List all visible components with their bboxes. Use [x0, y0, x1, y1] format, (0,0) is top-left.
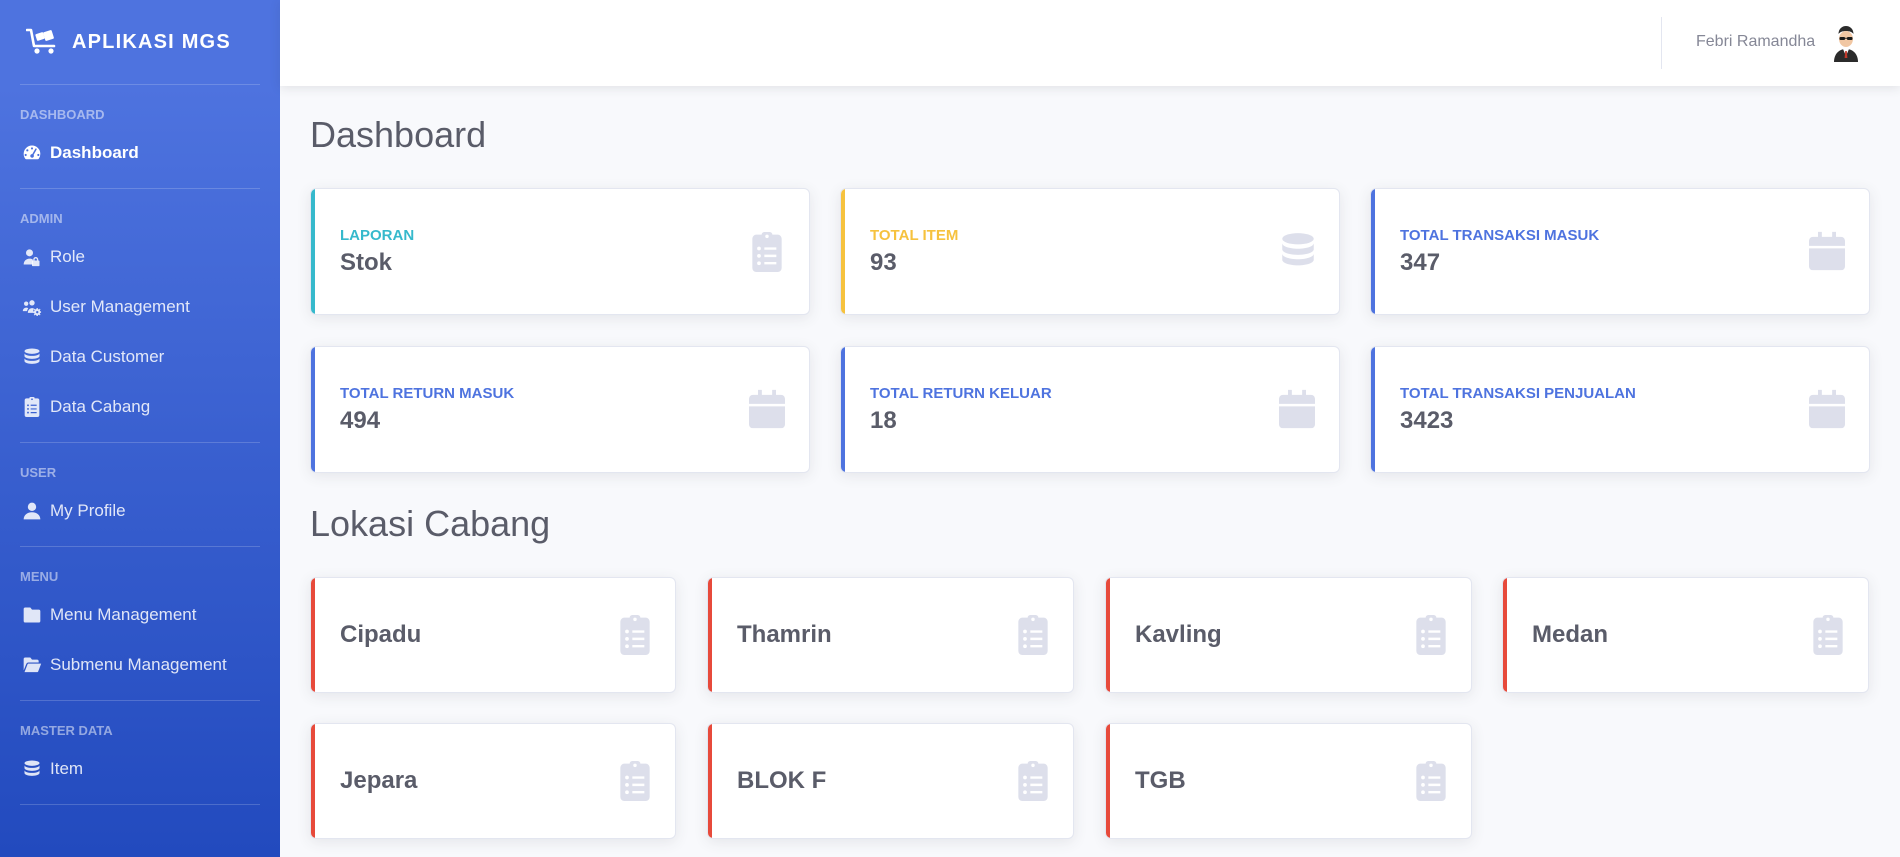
clipboard-list-icon: [1017, 614, 1049, 656]
sidebar-item-dashboard[interactable]: Dashboard: [0, 128, 280, 178]
stat-value: 494: [340, 407, 381, 434]
folder-icon: [20, 605, 44, 625]
stat-card-laporan[interactable]: LAPORAN Stok: [310, 188, 810, 315]
clipboard-list-icon: [20, 397, 44, 417]
sidebar-item-label: Item: [50, 759, 84, 778]
sidebar-item-label: Data Customer: [50, 347, 165, 366]
branch-card-blok-f[interactable]: BLOK F: [707, 723, 1074, 839]
stat-value: 93: [870, 249, 897, 276]
sidebar-item-label: User Management: [50, 297, 190, 316]
tachometer-icon: [20, 143, 44, 163]
sidebar-item-label: Dashboard: [50, 143, 139, 162]
stat-card-total-return-keluar[interactable]: TOTAL RETURN KELUAR 18: [840, 346, 1340, 473]
stat-label: TOTAL TRANSAKSI PENJUALAN: [1400, 385, 1636, 402]
users-cog-icon: [20, 297, 44, 317]
cart-flatbed-icon: [26, 28, 58, 56]
clipboard-list-icon: [1415, 614, 1447, 656]
sidebar-item-label: Menu Management: [50, 605, 197, 624]
sidebar-item-label: Submenu Management: [50, 655, 227, 674]
sidebar-item-menu-management[interactable]: Menu Management: [0, 590, 280, 640]
stat-value: 3423: [1400, 407, 1454, 434]
user-lock-icon: [20, 247, 44, 267]
sidebar-item-data-cabang[interactable]: Data Cabang: [0, 382, 280, 432]
sidebar: APLIKASI MGS DASHBOARD Dashboard ADMIN R…: [0, 0, 280, 857]
branch-card-thamrin[interactable]: Thamrin: [707, 577, 1074, 693]
stat-label: TOTAL RETURN MASUK: [340, 385, 515, 402]
sidebar-item-role[interactable]: Role: [0, 232, 280, 282]
branch-name: TGB: [1135, 767, 1186, 794]
stat-label: TOTAL RETURN KELUAR: [870, 385, 1052, 402]
sidebar-heading-dashboard: DASHBOARD: [20, 107, 105, 122]
clipboard-list-icon: [619, 760, 651, 802]
sidebar-heading-admin: ADMIN: [20, 211, 63, 226]
brand-link[interactable]: APLIKASI MGS: [0, 0, 280, 84]
stat-value: Stok: [340, 249, 393, 276]
clipboard-list-icon: [1415, 760, 1447, 802]
stat-card-total-return-masuk[interactable]: TOTAL RETURN MASUK 494: [310, 346, 810, 473]
branch-name: Thamrin: [737, 621, 832, 648]
user-avatar-icon[interactable]: [1826, 22, 1866, 62]
stat-value: 18: [870, 407, 897, 434]
stat-card-total-transaksi-penjualan[interactable]: TOTAL TRANSAKSI PENJUALAN 3423: [1370, 346, 1870, 473]
calendar-icon: [1809, 389, 1845, 429]
stat-card-total-transaksi-masuk[interactable]: TOTAL TRANSAKSI MASUK 347: [1370, 188, 1870, 315]
folder-open-icon: [20, 655, 44, 675]
sidebar-divider: [20, 804, 260, 805]
branch-card-cipadu[interactable]: Cipadu: [310, 577, 676, 693]
branch-name: Jepara: [340, 767, 418, 794]
clipboard-list-icon: [1812, 614, 1844, 656]
clipboard-list-icon: [751, 231, 783, 273]
sidebar-item-item[interactable]: Item: [0, 744, 280, 794]
branch-name: Kavling: [1135, 621, 1222, 648]
user-name[interactable]: Febri Ramandha: [1696, 33, 1815, 51]
branch-name: Cipadu: [340, 621, 422, 648]
database-icon: [1277, 229, 1319, 273]
sidebar-heading-master-data: MASTER DATA: [20, 723, 113, 738]
branch-card-jepara[interactable]: Jepara: [310, 723, 676, 839]
branch-card-medan[interactable]: Medan: [1502, 577, 1869, 693]
sidebar-item-label: Data Cabang: [50, 397, 151, 416]
sidebar-item-label: My Profile: [50, 501, 126, 520]
branch-card-tgb[interactable]: TGB: [1105, 723, 1472, 839]
user-icon: [20, 501, 44, 521]
clipboard-list-icon: [1017, 760, 1049, 802]
stat-label: TOTAL TRANSAKSI MASUK: [1400, 227, 1600, 244]
topbar-divider: [1661, 17, 1662, 69]
calendar-icon: [749, 389, 785, 429]
branch-card-kavling[interactable]: Kavling: [1105, 577, 1472, 693]
sidebar-item-user-management[interactable]: User Management: [0, 282, 280, 332]
section-title-lokasi-cabang: Lokasi Cabang: [310, 503, 551, 544]
stat-value: 347: [1400, 249, 1441, 276]
sidebar-item-submenu-management[interactable]: Submenu Management: [0, 640, 280, 690]
topbar: Febri Ramandha: [280, 0, 1900, 86]
database-icon: [20, 347, 44, 367]
sidebar-item-label: Role: [50, 247, 85, 266]
calendar-icon: [1279, 389, 1315, 429]
stat-card-total-item[interactable]: TOTAL ITEM 93: [840, 188, 1340, 315]
database-icon: [20, 759, 44, 779]
sidebar-heading-menu: MENU: [20, 569, 59, 584]
sidebar-item-my-profile[interactable]: My Profile: [0, 486, 280, 536]
page-title: Dashboard: [310, 114, 487, 155]
branch-name: Medan: [1532, 621, 1609, 648]
stat-label: LAPORAN: [340, 227, 415, 244]
brand-title: APLIKASI MGS: [72, 30, 231, 53]
stat-label: TOTAL ITEM: [870, 227, 959, 244]
sidebar-heading-user: USER: [20, 465, 57, 480]
branch-name: BLOK F: [737, 767, 827, 794]
calendar-icon: [1809, 231, 1845, 271]
clipboard-list-icon: [619, 614, 651, 656]
sidebar-item-data-customer[interactable]: Data Customer: [0, 332, 280, 382]
